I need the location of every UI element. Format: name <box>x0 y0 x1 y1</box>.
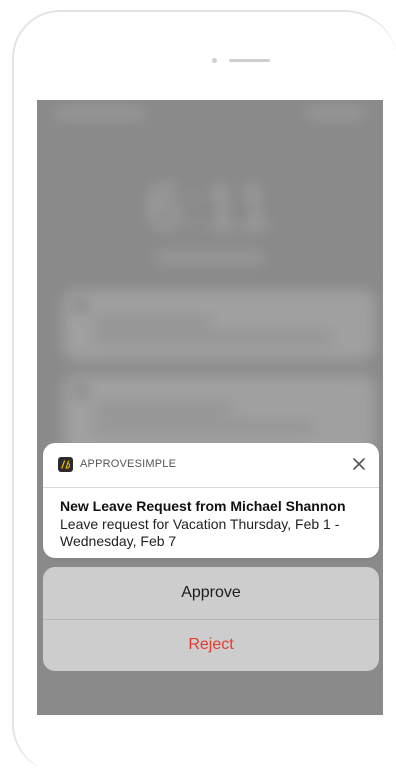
phone-bottom-bezel <box>37 715 383 772</box>
background-line <box>93 334 333 342</box>
earpiece-speaker <box>229 59 270 62</box>
background-line <box>93 318 213 326</box>
background-line <box>93 423 313 431</box>
reject-button[interactable]: Reject <box>43 619 379 671</box>
lock-screen-clock: 6:11 <box>146 171 274 243</box>
lock-screen-date <box>155 252 265 264</box>
background-line <box>93 405 233 413</box>
background-app-icon <box>75 385 87 397</box>
status-bar-left <box>55 108 145 118</box>
notification-card[interactable]: APPROVESIMPLE New Leave Request from Mic… <box>43 443 379 558</box>
app-name: APPROVESIMPLE <box>80 458 177 470</box>
phone-top-bezel <box>38 12 396 102</box>
background-notification-card <box>63 290 375 360</box>
front-camera-icon <box>212 58 217 63</box>
approve-button[interactable]: Approve <box>43 567 379 619</box>
notification-header: APPROVESIMPLE <box>43 443 379 488</box>
notification-body: Leave request for Vacation Thursday, Feb… <box>60 516 340 549</box>
notification-title: New Leave Request from Michael Shannon <box>60 498 346 514</box>
status-bar-right <box>305 108 365 118</box>
notification-actions: Approve Reject <box>43 567 379 671</box>
background-app-icon <box>75 300 87 312</box>
status-bar <box>47 106 373 120</box>
approvesimple-logo-icon <box>58 457 73 472</box>
close-icon[interactable] <box>350 455 368 473</box>
